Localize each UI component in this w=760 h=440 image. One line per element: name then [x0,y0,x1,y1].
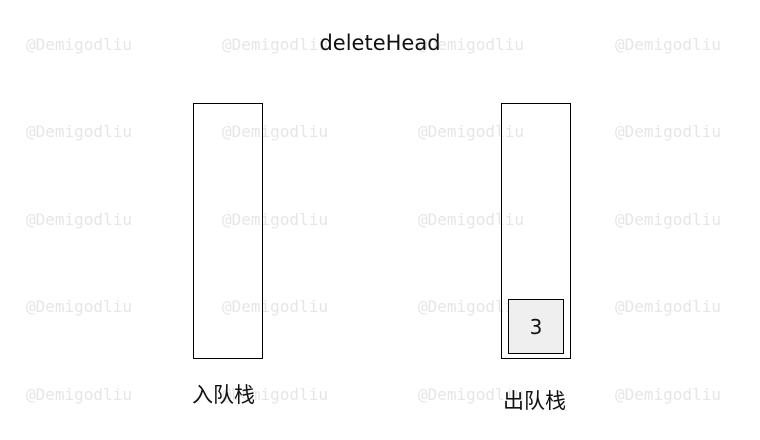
watermark-text: @Demigodliu [26,122,132,141]
watermark-text: @Demigodliu [26,385,132,404]
out-stack-label: 出队栈 [503,389,566,413]
watermark-text: @Demigodliu [26,210,132,229]
watermark-text: @Demigodliu [615,385,721,404]
out-stack-element: 3 [508,299,564,354]
watermark-text: @Demigodliu [615,297,721,316]
diagram-title: deleteHead [319,31,441,55]
watermark-text: @Demigodliu [615,122,721,141]
in-stack-label: 入队栈 [192,383,255,407]
watermark-text: @Demigodliu [26,297,132,316]
in-stack-container [193,103,263,359]
watermark-text: @Demigodliu [615,210,721,229]
